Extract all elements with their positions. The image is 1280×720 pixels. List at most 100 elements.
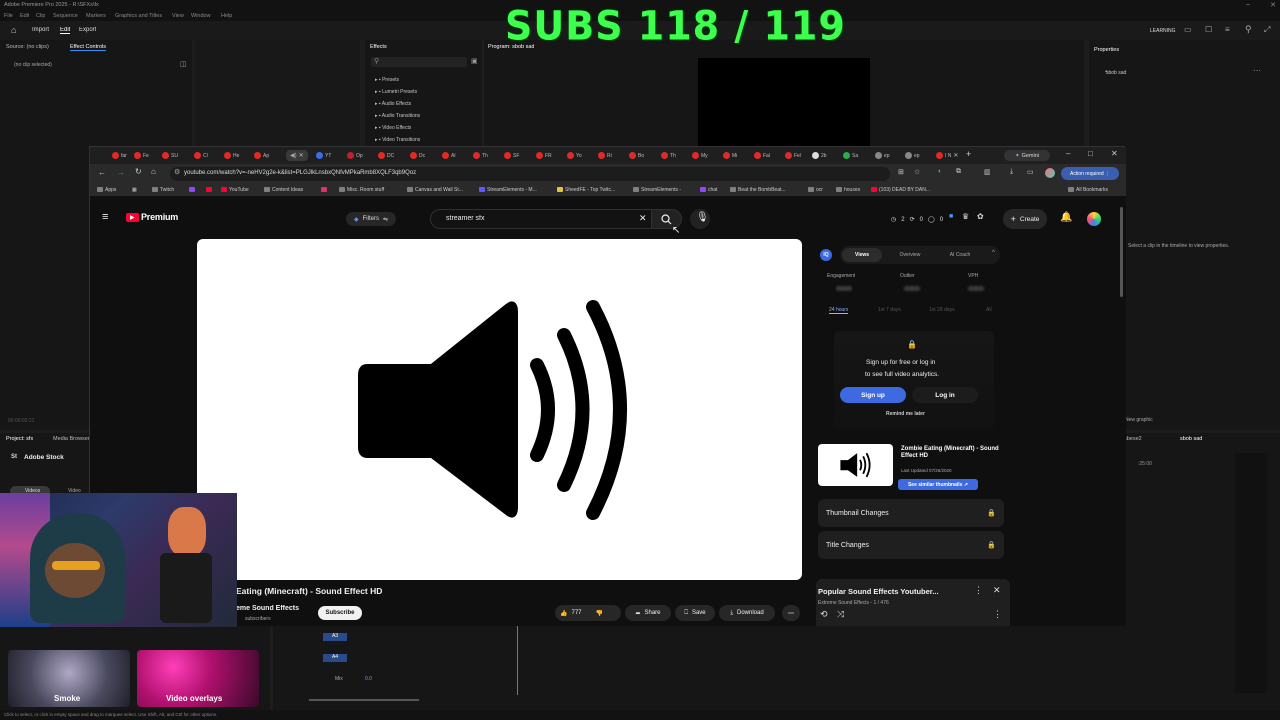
playlist-menu-icon[interactable]: ⋮ xyxy=(993,609,1002,620)
site-info-icon[interactable]: ⚙ xyxy=(174,168,180,176)
browser-tab[interactable]: ep xyxy=(875,150,890,161)
menu-graphics[interactable]: Graphics and Titles xyxy=(115,13,162,19)
title-changes-row[interactable]: Title Changes 🔒 xyxy=(818,531,1004,559)
workspace-label[interactable]: LEARNING xyxy=(1150,28,1176,34)
clear-search-icon[interactable]: ✕ xyxy=(639,213,647,224)
subscribe-button[interactable]: Subscribe xyxy=(318,606,362,620)
ext-tab-overview[interactable]: Overview xyxy=(890,248,930,262)
shuffle-icon[interactable]: ⤨ xyxy=(837,609,844,620)
share-button[interactable]: ➦ Share xyxy=(625,605,671,621)
loop-icon[interactable]: ⟲ xyxy=(820,609,828,620)
sign-up-button[interactable]: Sign up xyxy=(840,387,906,403)
extension-icon[interactable]: ◐ xyxy=(938,168,942,175)
hamburger-menu-icon[interactable]: ≡ xyxy=(102,211,108,223)
browser-tab-active[interactable]: ◀) ✕ xyxy=(286,150,308,161)
close-icon[interactable]: ✕ xyxy=(1111,149,1118,158)
profile-avatar[interactable] xyxy=(1045,168,1055,178)
tab-export[interactable]: Export xyxy=(79,27,96,33)
ext-tab-views[interactable]: Views xyxy=(842,248,882,262)
bookmark-misc-room[interactable]: Misc. Room stuff xyxy=(339,187,384,193)
thumbnail-changes-row[interactable]: Thumbnail Changes 🔒 xyxy=(818,499,1004,527)
all-bookmarks[interactable]: All Bookmarks xyxy=(1068,187,1108,193)
account-avatar[interactable] xyxy=(1087,212,1101,226)
video-player[interactable] xyxy=(197,239,802,580)
workspace-icon[interactable]: ▭ xyxy=(1184,25,1192,34)
youtube-premium-label[interactable]: Premium xyxy=(141,212,178,222)
playlist-more-icon[interactable]: ⋮ xyxy=(974,585,983,596)
back-icon[interactable]: ← xyxy=(98,168,106,177)
browser-tab[interactable]: I N ✕ xyxy=(936,150,958,161)
minimize-icon[interactable]: – xyxy=(1246,1,1250,8)
bookmark-sheedfe[interactable]: SheedFE - Top Twitc... xyxy=(557,187,615,193)
bookmark-yt-red[interactable] xyxy=(206,187,214,193)
maximize-icon[interactable]: □ xyxy=(1088,149,1093,158)
sequence-tab-1[interactable]: sbese2 xyxy=(1124,436,1142,442)
forward-icon[interactable]: → xyxy=(117,168,125,177)
menu-file[interactable]: File xyxy=(4,13,13,19)
browser-tab[interactable]: Bo xyxy=(629,150,644,161)
effect-controls-tab[interactable]: Effect Controls xyxy=(70,44,106,51)
apps-grid-icon[interactable]: ▦ xyxy=(132,187,137,193)
reload-icon[interactable]: ↻ xyxy=(135,167,142,176)
save-button[interactable]: ⎕ Save xyxy=(675,605,715,621)
tab-edit[interactable]: Edit xyxy=(60,27,71,34)
browser-tab[interactable]: SU xyxy=(162,150,178,161)
bookmark-twitch[interactable]: Twitch xyxy=(152,187,174,193)
range-28d[interactable]: 1st 28 days xyxy=(929,307,955,313)
search-input[interactable]: streamer sfx ✕ xyxy=(430,209,652,229)
effects-item-presets[interactable]: ▸ ▪ Presets xyxy=(375,77,399,83)
browser-tab[interactable]: Fe xyxy=(134,150,149,161)
like-icon[interactable]: 👍 xyxy=(560,610,567,617)
voice-search-button[interactable]: 🎙 xyxy=(690,209,710,229)
bookmark-canvas[interactable]: Canvas and Wall St... xyxy=(407,187,463,193)
bookmark-chat[interactable]: chat xyxy=(700,187,717,193)
sidepanel-icon[interactable]: ▥ xyxy=(984,168,991,176)
browser-tab[interactable]: He xyxy=(224,150,239,161)
mix-value[interactable]: 0.0 xyxy=(365,676,372,682)
log-in-button[interactable]: Log in xyxy=(912,387,978,403)
gemini-button[interactable]: ✦ Gemini xyxy=(1004,150,1050,161)
browser-tab[interactable]: Al xyxy=(442,150,455,161)
browser-tab[interactable]: Ri xyxy=(598,150,612,161)
tab-import[interactable]: Import xyxy=(32,27,49,33)
browser-tab[interactable]: Mi xyxy=(723,150,737,161)
bookmark-instagram[interactable] xyxy=(321,187,329,193)
effects-tab[interactable]: Effects xyxy=(370,44,387,50)
bookmark-content-ideas[interactable]: Content Ideas xyxy=(264,187,303,193)
effects-item-audio-transitions[interactable]: ▸ ▪ Audio Transitions xyxy=(375,113,420,119)
bookmark-streamelements[interactable]: StreamElements - xyxy=(633,187,681,193)
menu-help[interactable]: Help xyxy=(221,13,232,19)
browser-tab[interactable]: Sa xyxy=(843,150,858,161)
range-24h[interactable]: 24 hours xyxy=(829,307,849,314)
extension-badge-icon[interactable]: ■ xyxy=(949,213,953,220)
panel-toggle-icon[interactable]: ◫ xyxy=(180,60,187,68)
ext-tab-ai-coach[interactable]: AI Coach xyxy=(940,248,980,262)
bookmark-dead-by-dan[interactable]: (103) DEAD BY DAN... xyxy=(871,187,930,193)
page-scrollbar[interactable] xyxy=(1120,207,1123,297)
url-bar[interactable]: youtube.com/watch?v=-neHV2g2e-k&list=PLG… xyxy=(170,167,890,181)
action-required-button[interactable]: Action required ⋮ xyxy=(1061,167,1119,180)
browser-tab[interactable]: ep xyxy=(905,150,920,161)
home-icon[interactable]: ⌂ xyxy=(11,25,16,35)
bookmark-youtube[interactable]: YouTube xyxy=(221,187,249,193)
bookmark-houses[interactable]: houses xyxy=(836,187,860,193)
browser-tab[interactable]: Yo xyxy=(567,150,582,161)
bookmark-apps[interactable]: Apps xyxy=(97,187,116,193)
bookmark-ocr[interactable]: ocr xyxy=(808,187,823,193)
dislike-icon[interactable]: 👎 xyxy=(596,610,603,617)
track-a4[interactable]: A4 xyxy=(323,654,347,662)
crown-icon[interactable]: ♛ xyxy=(962,212,969,221)
video-thumbnail[interactable] xyxy=(818,444,893,486)
range-7d[interactable]: 1st 7 days xyxy=(878,307,901,313)
browser-tab[interactable]: YT xyxy=(316,150,331,161)
quick-export-icon[interactable]: ☐ xyxy=(1205,25,1212,34)
remind-later-link[interactable]: Remind me later xyxy=(886,411,925,417)
fullscreen-icon[interactable]: ⤢ xyxy=(1264,25,1270,35)
bookmark-twitch-icon[interactable] xyxy=(189,187,197,193)
browser-tab[interactable]: Ap xyxy=(254,150,269,161)
notifications-bell-icon[interactable]: 🔔 xyxy=(1060,212,1072,223)
menu-markers[interactable]: Markers xyxy=(86,13,106,19)
effects-item-lumetri[interactable]: ▸ ▪ Lumetri Presets xyxy=(375,89,417,95)
more-icon[interactable]: ⋯ xyxy=(1253,66,1261,75)
browser-tab[interactable]: 2b xyxy=(812,150,827,161)
